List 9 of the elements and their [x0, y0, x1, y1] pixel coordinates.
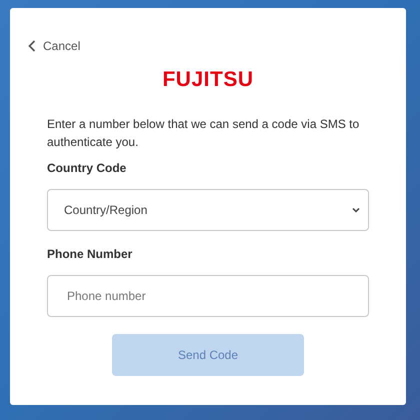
field-label: Country Code: [47, 160, 128, 177]
logo: FUJITSU: [162, 67, 254, 93]
cancel-link[interactable]: Cancel: [28, 37, 80, 55]
chevron-left-icon: [28, 40, 36, 52]
instructions-text: Enter a number below that we can send a code via SMS to authenticate you.: [47, 116, 360, 151]
phone-number-field[interactable]: Phone number: [47, 275, 369, 317]
field-label: Phone Number: [47, 246, 134, 263]
chevron-down-icon: [352, 207, 360, 213]
country-select[interactable]: Country/Region: [47, 189, 369, 231]
